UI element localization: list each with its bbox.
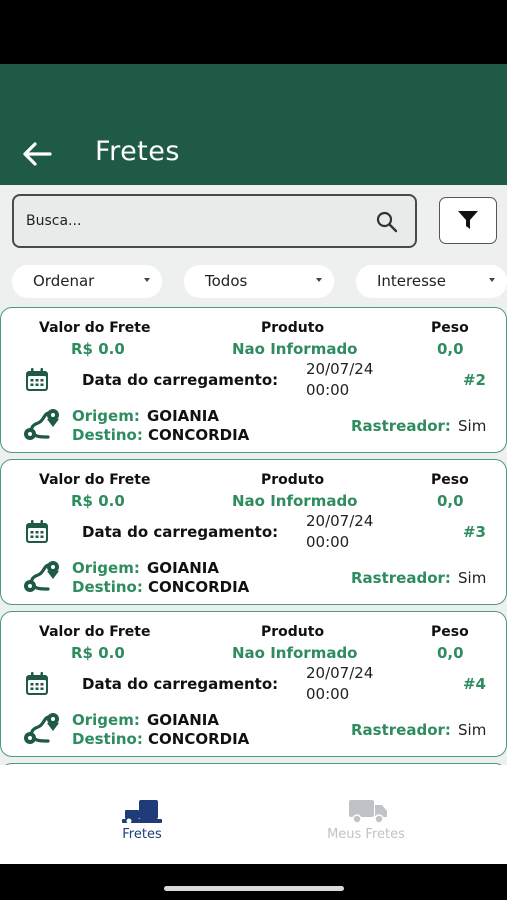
calendar-icon <box>26 520 48 543</box>
calendar-icon <box>26 672 48 695</box>
origin-label: Origem: <box>72 407 140 425</box>
sort-dropdown-label: Ordenar <box>33 272 95 290</box>
product-label: Produto <box>261 320 325 336</box>
freight-id: #4 <box>462 675 486 693</box>
weight-value: 0,0 <box>437 492 464 510</box>
value-label: Valor do Frete <box>39 624 151 640</box>
interest-filter-label: Interesse <box>377 272 446 290</box>
main-content: Ordenar Todos Interesse Valor do Frete P… <box>0 185 507 765</box>
weight-label: Peso <box>431 472 469 488</box>
tracker-label: Rastreador: <box>351 721 451 739</box>
page-title: Fretes <box>95 136 180 167</box>
sort-dropdown[interactable]: Ordenar <box>12 265 162 298</box>
freight-id: #2 <box>462 371 486 389</box>
freight-card[interactable]: Valor do Frete Produto Peso R$ 0.0 Nao I… <box>0 611 507 757</box>
status-filter-label: Todos <box>205 272 248 290</box>
route-icon <box>24 713 59 744</box>
filter-button[interactable] <box>439 197 497 244</box>
status-filter-dropdown[interactable]: Todos <box>184 265 334 298</box>
weight-label: Peso <box>431 320 469 336</box>
product-label: Produto <box>261 472 325 488</box>
product-label: Produto <box>261 624 325 640</box>
status-bar <box>0 0 507 64</box>
loading-date-label: Data do carregamento: <box>82 675 279 693</box>
caret-down-icon <box>144 278 150 282</box>
home-indicator[interactable] <box>164 886 344 891</box>
back-button[interactable] <box>20 140 54 168</box>
back-arrow-icon <box>23 142 52 166</box>
freight-value: R$ 0.0 <box>71 492 125 510</box>
calendar-icon <box>26 368 48 391</box>
value-label: Valor do Frete <box>39 472 151 488</box>
origin-value: GOIANIA <box>147 711 219 729</box>
product-value: Nao Informado <box>232 340 358 358</box>
origin-label: Origem: <box>72 711 140 729</box>
tracker-value: Sim <box>458 569 487 587</box>
loading-date: 20/07/24 <box>306 512 374 530</box>
destination-label: Destino: <box>72 730 143 748</box>
loading-date: 20/07/24 <box>306 664 374 682</box>
tracker-value: Sim <box>458 417 487 435</box>
nav-meus-fretes-label: Meus Fretes <box>327 827 405 842</box>
origin-value: GOIANIA <box>147 407 219 425</box>
route-icon <box>24 409 59 440</box>
tracker-value: Sim <box>458 721 487 739</box>
loading-time: 00:00 <box>306 685 350 703</box>
weight-value: 0,0 <box>437 340 464 358</box>
destination-label: Destino: <box>72 578 143 596</box>
value-label: Valor do Frete <box>39 320 151 336</box>
loading-time: 00:00 <box>306 533 350 551</box>
route-icon <box>24 561 59 592</box>
origin-value: GOIANIA <box>147 559 219 577</box>
weight-label: Peso <box>431 624 469 640</box>
origin-label: Origem: <box>72 559 140 577</box>
nav-fretes[interactable]: Fretes <box>42 765 242 864</box>
product-value: Nao Informado <box>232 644 358 662</box>
tracker-label: Rastreador: <box>351 417 451 435</box>
loading-time: 00:00 <box>306 381 350 399</box>
fretes-icon <box>122 800 162 824</box>
home-indicator-area <box>0 864 507 900</box>
truck-icon <box>349 800 387 824</box>
caret-down-icon <box>489 278 495 282</box>
loading-date: 20/07/24 <box>306 360 374 378</box>
caret-down-icon <box>316 278 322 282</box>
freight-id: #3 <box>462 523 486 541</box>
nav-fretes-label: Fretes <box>122 827 162 842</box>
freight-value: R$ 0.0 <box>71 340 125 358</box>
tracker-label: Rastreador: <box>351 569 451 587</box>
interest-filter-dropdown[interactable]: Interesse <box>356 265 507 298</box>
loading-date-label: Data do carregamento: <box>82 371 279 389</box>
product-value: Nao Informado <box>232 492 358 510</box>
destination-value: CONCORDIA <box>148 730 250 748</box>
filter-icon <box>458 211 478 229</box>
search-box <box>12 194 417 248</box>
bottom-navigation: Fretes Meus Fretes <box>0 765 507 864</box>
freight-value: R$ 0.0 <box>71 644 125 662</box>
search-input[interactable] <box>26 196 366 246</box>
freight-card[interactable]: Valor do Frete Produto Peso R$ 0.0 Nao I… <box>0 307 507 453</box>
loading-date-label: Data do carregamento: <box>82 523 279 541</box>
weight-value: 0,0 <box>437 644 464 662</box>
destination-value: CONCORDIA <box>148 578 250 596</box>
search-icon[interactable] <box>375 210 399 234</box>
app-header: Fretes <box>0 64 507 185</box>
freight-card[interactable]: Valor do Frete Produto Peso R$ 0.0 Nao I… <box>0 459 507 605</box>
destination-label: Destino: <box>72 426 143 444</box>
destination-value: CONCORDIA <box>148 426 250 444</box>
nav-meus-fretes[interactable]: Meus Fretes <box>266 765 466 864</box>
